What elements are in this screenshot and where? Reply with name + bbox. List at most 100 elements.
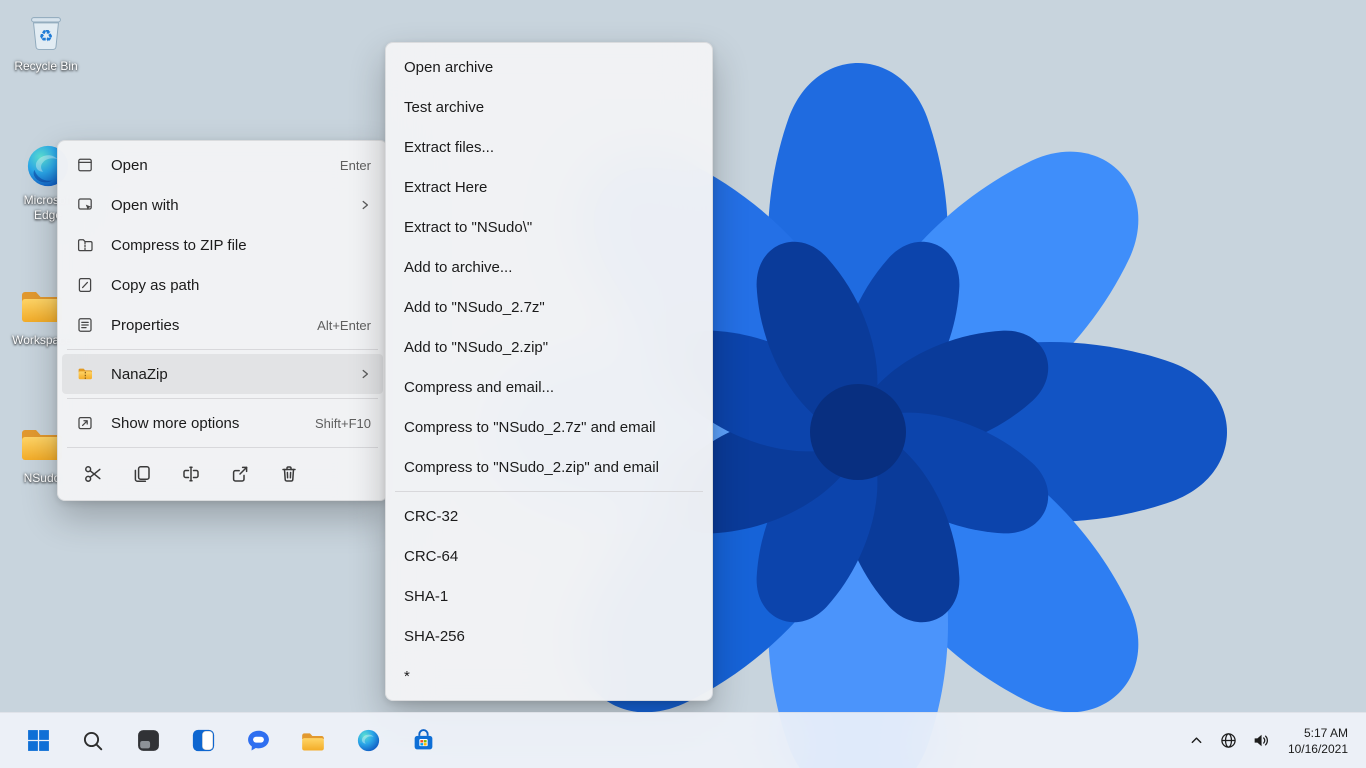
menu-item-nanazip[interactable]: NanaZip <box>62 354 383 394</box>
menu-item-label: Properties <box>111 317 305 334</box>
submenu-item-add-to-archive[interactable]: Add to archive... <box>390 247 708 287</box>
volume-button[interactable] <box>1246 721 1276 761</box>
cut-icon <box>83 464 103 484</box>
taskbar-tray: 5:17 AM 10/16/2021 <box>1182 721 1356 761</box>
menu-item-label: Open with <box>111 197 359 214</box>
submenu-item-label: Compress and email... <box>404 379 554 396</box>
share-icon <box>230 464 250 484</box>
submenu-item-label: * <box>404 668 410 685</box>
submenu-item-label: Extract files... <box>404 139 494 156</box>
store-icon <box>411 728 436 753</box>
desktop-icon-label: Recycle Bin <box>14 59 77 74</box>
menu-separator <box>395 491 703 492</box>
chevron-right-icon <box>359 199 371 211</box>
submenu-item-compress-7z-email[interactable]: Compress to "NSudo_2.7z" and email <box>390 407 708 447</box>
chat-button[interactable] <box>238 721 278 761</box>
submenu-item-label: Extract to "NSudo\" <box>404 219 532 236</box>
menu-item-copy-as-path[interactable]: Copy as path <box>62 265 383 305</box>
edge-button[interactable] <box>348 721 388 761</box>
submenu-item-compress-and-email[interactable]: Compress and email... <box>390 367 708 407</box>
submenu-item-label: Test archive <box>404 99 484 116</box>
copy-path-icon <box>75 275 95 295</box>
menu-item-compress-to-zip[interactable]: Compress to ZIP file <box>62 225 383 265</box>
tray-chevron-button[interactable] <box>1182 721 1212 761</box>
submenu-item-crc32[interactable]: CRC-32 <box>390 496 708 536</box>
menu-item-label: Open <box>111 157 328 174</box>
volume-icon <box>1252 732 1269 749</box>
submenu-item-add-to-zip[interactable]: Add to "NSudo_2.zip" <box>390 327 708 367</box>
chevron-right-icon <box>359 368 371 380</box>
submenu-item-sha1[interactable]: SHA-1 <box>390 576 708 616</box>
submenu-item-crc64[interactable]: CRC-64 <box>390 536 708 576</box>
delete-icon <box>279 464 299 484</box>
menu-item-shortcut: Alt+Enter <box>317 318 371 333</box>
submenu-item-label: CRC-64 <box>404 548 458 565</box>
submenu-item-add-to-7z[interactable]: Add to "NSudo_2.7z" <box>390 287 708 327</box>
menu-separator <box>67 349 378 350</box>
menu-item-open[interactable]: Open Enter <box>62 145 383 185</box>
svg-text:♻: ♻ <box>39 27 54 46</box>
menu-item-show-more-options[interactable]: Show more options Shift+F10 <box>62 403 383 443</box>
desktop-icon-label: NSudo <box>24 471 61 486</box>
cut-button[interactable] <box>68 456 117 492</box>
properties-icon <box>75 315 95 335</box>
desktop-icon-recycle-bin[interactable]: ♻ Recycle Bin <box>8 8 84 74</box>
taskbar-clock[interactable]: 5:17 AM 10/16/2021 <box>1278 721 1356 761</box>
widgets-button[interactable] <box>183 721 223 761</box>
widgets-icon <box>191 728 216 753</box>
show-more-icon <box>75 413 95 433</box>
submenu-item-extract-to-folder[interactable]: Extract to "NSudo\" <box>390 207 708 247</box>
start-button[interactable] <box>18 721 58 761</box>
windows-start-icon <box>26 728 51 753</box>
rename-button[interactable] <box>166 456 215 492</box>
menu-item-label: NanaZip <box>111 366 359 383</box>
submenu-item-extract-files[interactable]: Extract files... <box>390 127 708 167</box>
submenu-item-label: Add to "NSudo_2.zip" <box>404 339 548 356</box>
open-with-icon <box>75 195 95 215</box>
menu-item-open-with[interactable]: Open with <box>62 185 383 225</box>
nanazip-icon <box>75 364 95 384</box>
submenu-item-label: Compress to "NSudo_2.zip" and email <box>404 459 659 476</box>
copy-button[interactable] <box>117 456 166 492</box>
search-icon <box>81 729 105 753</box>
submenu-item-label: SHA-1 <box>404 588 448 605</box>
submenu-item-label: Extract Here <box>404 179 487 196</box>
submenu-item-label: Compress to "NSudo_2.7z" and email <box>404 419 656 436</box>
menu-item-shortcut: Shift+F10 <box>315 416 371 431</box>
chevron-up-icon <box>1189 733 1204 748</box>
share-button[interactable] <box>215 456 264 492</box>
submenu-item-label: SHA-256 <box>404 628 465 645</box>
submenu-item-extract-here[interactable]: Extract Here <box>390 167 708 207</box>
submenu-item-label: CRC-32 <box>404 508 458 525</box>
network-button[interactable] <box>1214 721 1244 761</box>
taskbar: 5:17 AM 10/16/2021 <box>0 712 1366 768</box>
context-menu: Open Enter Open with Compress to ZIP fil… <box>57 140 388 501</box>
menu-item-properties[interactable]: Properties Alt+Enter <box>62 305 383 345</box>
task-view-icon <box>136 728 161 753</box>
network-globe-icon <box>1220 732 1237 749</box>
clock-date: 10/16/2021 <box>1288 741 1348 757</box>
submenu-item-sha256[interactable]: SHA-256 <box>390 616 708 656</box>
submenu-item-open-archive[interactable]: Open archive <box>390 47 708 87</box>
store-button[interactable] <box>403 721 443 761</box>
menu-item-label: Show more options <box>111 415 303 432</box>
submenu-item-compress-zip-email[interactable]: Compress to "NSudo_2.zip" and email <box>390 447 708 487</box>
open-icon <box>75 155 95 175</box>
menu-item-label: Copy as path <box>111 277 371 294</box>
search-button[interactable] <box>73 721 113 761</box>
menu-item-shortcut: Enter <box>340 158 371 173</box>
clock-time: 5:17 AM <box>1288 725 1348 741</box>
taskbar-buttons <box>18 721 443 761</box>
menu-item-label: Compress to ZIP file <box>111 237 371 254</box>
submenu-item-test-archive[interactable]: Test archive <box>390 87 708 127</box>
delete-button[interactable] <box>264 456 313 492</box>
submenu-item-star[interactable]: * <box>390 656 708 696</box>
edge-icon <box>356 728 381 753</box>
copy-icon <box>132 464 152 484</box>
rename-icon <box>181 464 201 484</box>
file-explorer-button[interactable] <box>293 721 333 761</box>
file-explorer-icon <box>300 728 326 754</box>
task-view-button[interactable] <box>128 721 168 761</box>
submenu-item-label: Add to "NSudo_2.7z" <box>404 299 545 316</box>
chat-icon <box>246 728 271 753</box>
